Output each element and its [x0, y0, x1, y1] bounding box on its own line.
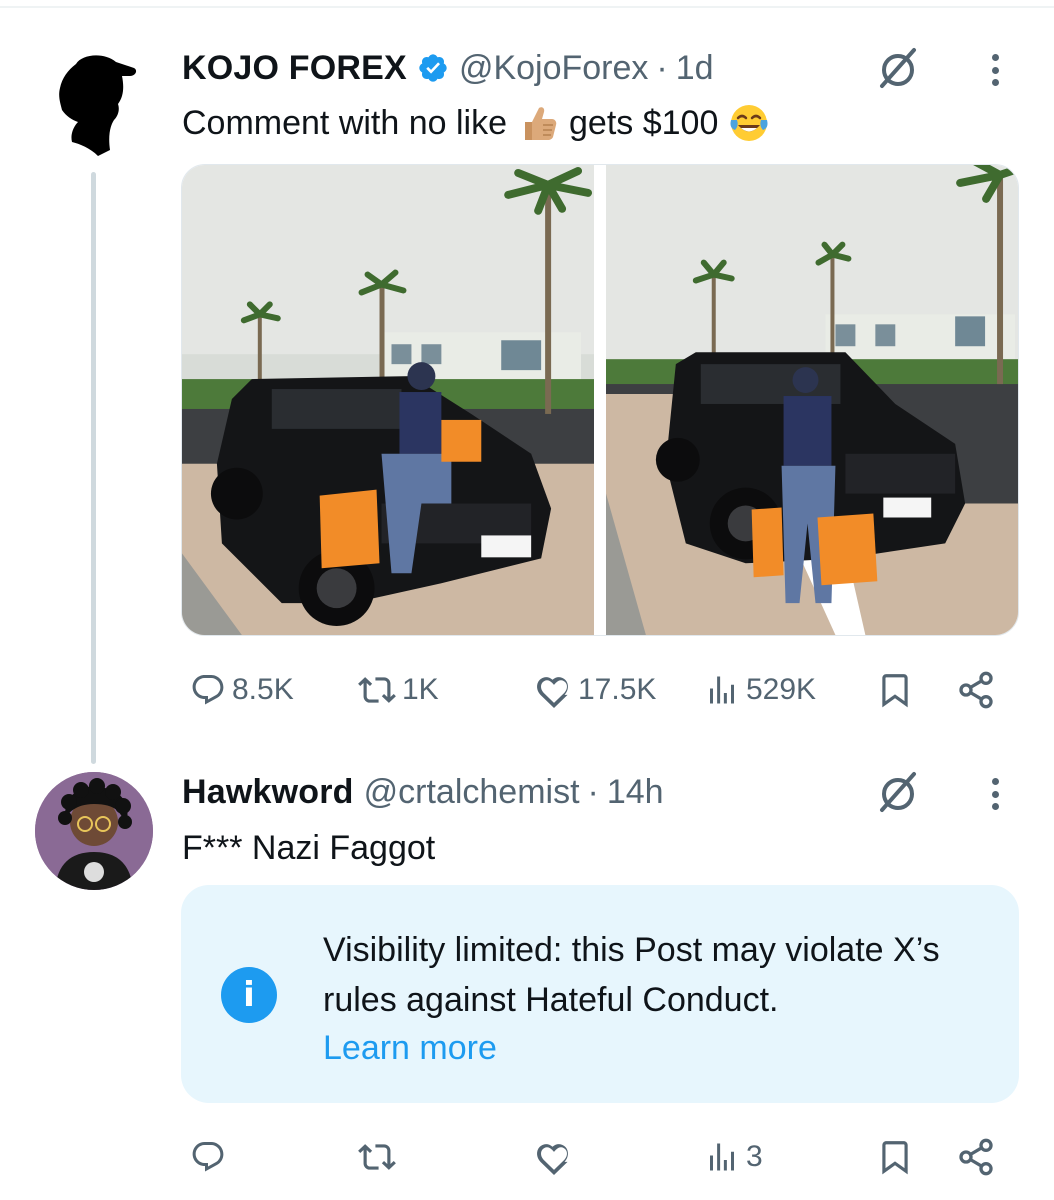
grok-icon[interactable]	[872, 766, 924, 818]
reply-icon	[190, 1139, 226, 1175]
avatar[interactable]	[35, 772, 153, 890]
post-text-part: Comment with no like	[182, 103, 508, 142]
author-handle[interactable]: @crtalchemist	[364, 773, 580, 812]
repost-button[interactable]	[358, 1132, 396, 1182]
like-button[interactable]	[536, 1132, 572, 1182]
thumbs-up-emoji-icon	[517, 102, 559, 144]
share-button[interactable]	[956, 665, 996, 715]
separator-dot: ·	[656, 48, 668, 87]
views-count: 529K	[746, 673, 817, 706]
post-photo-2[interactable]	[606, 165, 1018, 635]
reply-button[interactable]: 8.5K	[190, 665, 294, 715]
bookmark-icon	[876, 1138, 914, 1176]
top-divider	[0, 6, 1054, 8]
bookmark-button[interactable]	[876, 665, 914, 715]
info-icon: i	[221, 967, 277, 1023]
share-button[interactable]	[956, 1132, 996, 1182]
views-button[interactable]: 529K	[704, 665, 816, 715]
author-name[interactable]: KOJO FOREX	[182, 49, 407, 88]
reply-count: 8.5K	[232, 673, 294, 706]
heart-icon	[536, 1139, 572, 1175]
like-count: 17.5K	[578, 673, 657, 706]
reply-icon	[190, 672, 226, 708]
visibility-notice: i Visibility limited: this Post may viol…	[181, 885, 1019, 1103]
post-timestamp[interactable]: 14h	[607, 773, 664, 812]
post-text: Comment with no like gets $100	[182, 100, 780, 146]
author-name[interactable]: Hawkword	[182, 773, 354, 812]
learn-more-link[interactable]: Learn more	[323, 1023, 497, 1073]
post-timestamp[interactable]: 1d	[676, 49, 714, 88]
grok-icon[interactable]	[872, 42, 924, 94]
reply-button[interactable]	[190, 1132, 226, 1182]
author-handle[interactable]: @KojoForex	[459, 49, 648, 88]
post-photo-1[interactable]	[182, 165, 594, 635]
notice-text: Visibility limited: this Post may violat…	[323, 931, 940, 1019]
post-header: KOJO FOREX @KojoForex · 1d	[182, 46, 714, 90]
repost-icon	[358, 1138, 396, 1176]
post-actions: 3	[182, 1132, 1002, 1182]
share-icon	[956, 1137, 996, 1177]
views-button[interactable]: 3	[704, 1132, 763, 1182]
avatar[interactable]	[44, 46, 144, 158]
views-count: 3	[746, 1140, 763, 1173]
post-actions: 8.5K 1K 17.5K 529K	[182, 665, 1002, 715]
post-text: F*** Nazi Faggot	[182, 828, 436, 867]
post-media[interactable]	[181, 164, 1019, 636]
views-icon	[704, 1139, 740, 1175]
share-icon	[956, 670, 996, 710]
post-header: Hawkword @crtalchemist · 14h	[182, 770, 664, 814]
repost-icon	[358, 671, 396, 709]
bookmark-icon	[876, 671, 914, 709]
tears-of-joy-emoji-icon	[728, 102, 770, 144]
bookmark-button[interactable]	[876, 1132, 914, 1182]
repost-button[interactable]: 1K	[358, 665, 439, 715]
like-button[interactable]: 17.5K	[536, 665, 656, 715]
more-options-icon[interactable]	[985, 772, 1005, 816]
heart-icon	[536, 672, 572, 708]
views-icon	[704, 672, 740, 708]
thread-connector	[91, 172, 96, 764]
separator-dot: ·	[587, 772, 599, 811]
more-options-icon[interactable]	[985, 48, 1005, 92]
post-text-part: gets $100	[569, 103, 719, 142]
repost-count: 1K	[402, 673, 439, 706]
verified-badge-icon	[417, 52, 449, 84]
